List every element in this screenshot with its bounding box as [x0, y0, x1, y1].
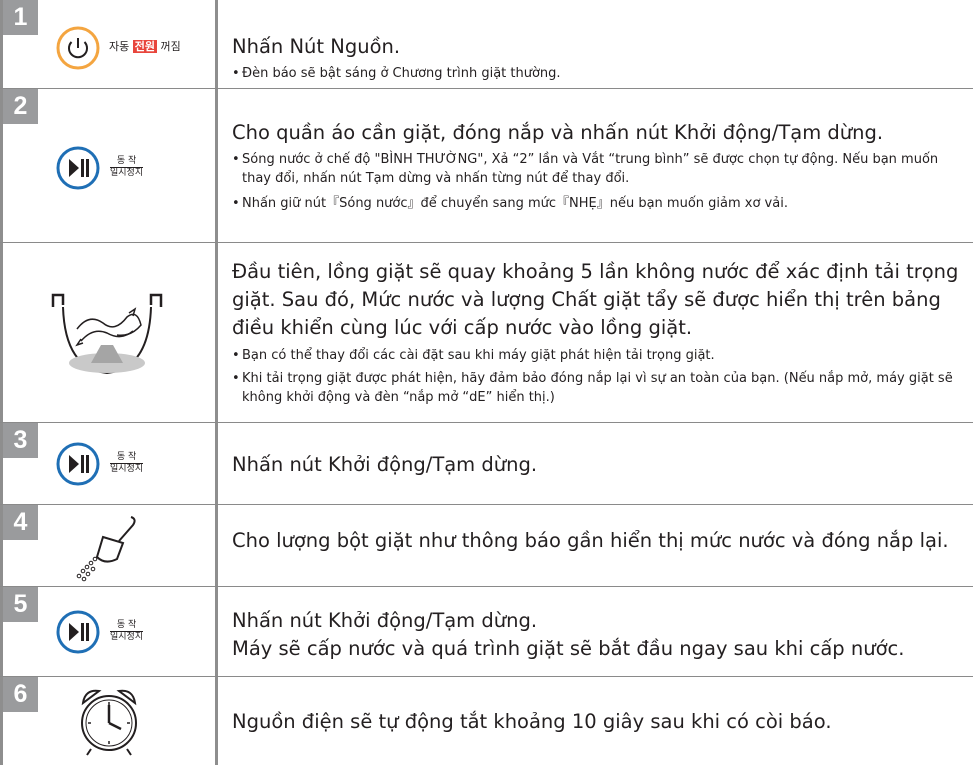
note-text: Nhấn giữ nút『Sóng nước』để chuyển sang mứ…	[242, 196, 788, 211]
bullet-mark: •	[232, 348, 240, 363]
step-content-5: Nhấn nút Khởi động/Tạm dừng. Máy sẽ cấp …	[232, 607, 959, 663]
step-row-6: 6 Nguồn điện sẽ tự động tắt khoảng 10 gi…	[0, 677, 973, 765]
step-note: • Bạn có thể thay đổi các cài đặt sau khi…	[232, 346, 959, 365]
step-row-5: 5 동 작 일시정지 Nhấn nút Khởi động/Tạm dừng. …	[0, 587, 973, 677]
step-panel-1: 1 자동 전원 꺼짐	[0, 0, 218, 88]
pause-label: 일시정지	[110, 464, 144, 474]
note-text: Sóng nước ở chế độ "BÌNH THƯỜNG", Xả “2”…	[242, 152, 939, 186]
auto-power-off-label: 자동 전원 꺼짐	[109, 40, 181, 54]
step-panel-6: 6	[0, 677, 218, 765]
pause-label: 일시정지	[110, 168, 144, 178]
step-number: 1	[3, 0, 38, 35]
off-label: 꺼짐	[160, 40, 181, 53]
step-instruction: Đầu tiên, lồng giặt sẽ quay khoảng 5 lần…	[232, 260, 959, 339]
operation-label: 동 작	[110, 620, 144, 632]
play-pause-button-icon	[55, 609, 101, 659]
step-content-4: Cho lượng bột giặt như thông báo gần hiể…	[232, 527, 959, 555]
step-instruction: Cho quần áo cần giặt, đóng nắp và nhấn n…	[232, 121, 884, 144]
step-number: 3	[3, 423, 38, 458]
bullet-mark: •	[232, 152, 240, 167]
step-row-2: 2 동 작 일시정지 Cho quần áo cần giặt, đóng nắ…	[0, 89, 973, 243]
step-note: • Đèn báo sẽ bật sáng ở Chương trình giặt…	[232, 64, 959, 83]
step-note: • Nhấn giữ nút『Sóng nước』để chuyển sang m…	[232, 194, 959, 213]
step-instruction: Nhấn nút Khởi động/Tạm dừng.	[232, 453, 538, 476]
bullet-mark: •	[232, 371, 240, 386]
detergent-scoop-icon	[73, 513, 143, 587]
power-button-icon	[55, 25, 101, 75]
washer-tub-icon	[43, 283, 171, 387]
note-text: Đèn báo sẽ bật sáng ở Chương trình giặt …	[242, 66, 561, 81]
step-panel-4: 4	[0, 505, 218, 586]
step-row-tub: Đầu tiên, lồng giặt sẽ quay khoảng 5 lần…	[0, 243, 973, 423]
step-panel-2: 2 동 작 일시정지	[0, 89, 218, 242]
step-panel-5: 5 동 작 일시정지	[0, 587, 218, 676]
step-content-3: Nhấn nút Khởi động/Tạm dừng.	[232, 451, 959, 479]
note-text: Khi tải trọng giặt được phát hiện, hãy đ…	[242, 371, 953, 405]
step-row-3: 3 동 작 일시정지 Nhấn nút Khởi động/Tạm dừng.	[0, 423, 973, 505]
pause-label: 일시정지	[110, 632, 144, 642]
step-content-1: Nhấn Nút Nguồn. • Đèn báo sẽ bật sáng ở C…	[232, 33, 959, 83]
step-content-6: Nguồn điện sẽ tự động tắt khoảng 10 giây…	[232, 708, 959, 736]
play-pause-button-icon	[55, 145, 101, 195]
step-row-4: 4 Cho lượng bột giặt như thông báo gần h…	[0, 505, 973, 587]
play-pause-button-icon	[55, 441, 101, 491]
step-instruction-detail: Máy sẽ cấp nước và quá trình giặt sẽ bắt…	[232, 637, 905, 660]
auto-label: 자동	[109, 40, 130, 53]
step-note: • Sóng nước ở chế độ "BÌNH THƯỜNG", Xả “2…	[232, 150, 959, 188]
step-content-2: Cho quần áo cần giặt, đóng nắp và nhấn n…	[232, 119, 959, 213]
step-instruction: Nhấn nút Khởi động/Tạm dừng.	[232, 609, 538, 632]
step-panel-tub	[0, 243, 218, 422]
power-highlight-label: 전원	[132, 40, 157, 53]
step-instruction: Nguồn điện sẽ tự động tắt khoảng 10 giây…	[232, 710, 832, 733]
operation-label: 동 작	[110, 156, 144, 168]
step-note: • Khi tải trọng giặt được phát hiện, hãy …	[232, 369, 959, 407]
step-number: 2	[3, 89, 38, 124]
step-number: 6	[3, 677, 38, 712]
operation-pause-label: 동 작 일시정지	[110, 452, 144, 475]
operation-pause-label: 동 작 일시정지	[110, 620, 144, 643]
step-panel-3: 3 동 작 일시정지	[0, 423, 218, 504]
operation-pause-label: 동 작 일시정지	[110, 156, 144, 179]
bullet-mark: •	[232, 66, 240, 81]
step-content-tub: Đầu tiên, lồng giặt sẽ quay khoảng 5 lần…	[232, 258, 959, 407]
step-instruction: Nhấn Nút Nguồn.	[232, 35, 401, 58]
alarm-clock-icon	[73, 683, 145, 763]
operation-label: 동 작	[110, 452, 144, 464]
note-text: Bạn có thể thay đổi các cài đặt sau khi …	[242, 348, 715, 363]
step-row-1: 1 자동 전원 꺼짐 Nhấn Nút Nguồn. • Đèn báo sẽ b…	[0, 0, 973, 89]
bullet-mark: •	[232, 196, 240, 211]
step-number: 5	[3, 587, 38, 622]
step-instruction: Cho lượng bột giặt như thông báo gần hiể…	[232, 529, 949, 552]
step-number: 4	[3, 505, 38, 540]
